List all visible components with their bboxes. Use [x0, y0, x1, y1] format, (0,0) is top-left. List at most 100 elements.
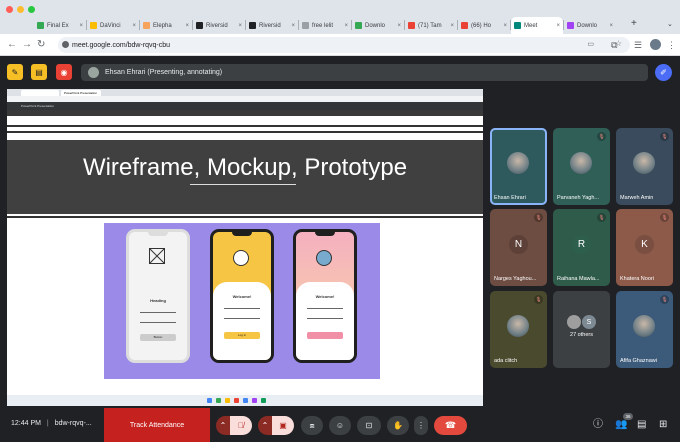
url-text: meet.google.com/bdw-rqvq-cbu [72, 41, 171, 49]
leave-call-button[interactable]: ☎ [434, 416, 467, 435]
tab-favicon-icon [355, 22, 362, 29]
taskbar-app-icon [216, 398, 221, 403]
browser-tab[interactable]: Elepha × [140, 17, 192, 34]
participant-avatar: K [635, 235, 654, 254]
shared-screen: PowerPoint Presentation PowerPoint Prese… [7, 89, 483, 406]
prototype-button [307, 332, 343, 339]
raise-hand-button[interactable]: ✋ [387, 416, 409, 435]
maximize-window-dot[interactable] [28, 6, 35, 13]
close-tab-icon[interactable]: × [185, 23, 189, 29]
participant-name: Afifa Ghaznawi [620, 358, 657, 364]
chat-icon[interactable]: ▤ [637, 420, 646, 430]
mockup-phone: Welcome! Log in [210, 229, 274, 363]
participant-avatar [633, 315, 655, 337]
prototype-phone: Welcome! [293, 229, 357, 363]
activities-icon[interactable]: ⊞ [659, 420, 667, 430]
menu-icon[interactable]: ⋮ [667, 40, 676, 50]
close-tab-icon[interactable]: × [397, 23, 401, 29]
tab-label: Riversid [259, 22, 281, 29]
participant-tile[interactable]: S 27 others [553, 291, 610, 368]
stop-annotating-button[interactable]: ✎ [7, 64, 23, 80]
meeting-info-icon[interactable]: ⓘ [593, 420, 603, 430]
close-tab-icon[interactable]: × [291, 23, 295, 29]
participant-tile[interactable]: Ehsan Ehrari [490, 128, 547, 205]
close-window-dot[interactable] [6, 6, 13, 13]
phone-notch [148, 232, 168, 236]
present-button[interactable]: ⊡ [357, 416, 381, 435]
browser-tab[interactable]: Meet × [511, 17, 563, 34]
address-bar[interactable]: meet.google.com/bdw-rqvq-cbu ▭ ☆ [58, 37, 630, 53]
shared-app-header: PowerPoint Presentation [7, 102, 483, 110]
tab-separator [139, 20, 140, 30]
participant-name: Ehsan Ehrari [494, 195, 526, 201]
forward-icon[interactable]: → [22, 39, 32, 51]
camera-off-button[interactable]: ▣ [272, 416, 294, 435]
captions-button[interactable]: ⧈ [301, 416, 323, 435]
close-tab-icon[interactable]: × [450, 23, 454, 29]
track-attendance-button[interactable]: Track Attendance [104, 408, 210, 442]
install-icon[interactable]: ▭ [587, 40, 594, 48]
mockup-field [224, 316, 260, 319]
close-tab-icon[interactable]: × [503, 23, 507, 29]
participant-name: Khatera Noori [620, 276, 654, 282]
close-tab-icon[interactable]: × [344, 23, 348, 29]
participant-name: ada clitch [494, 358, 518, 364]
mockup-heading: Welcome! [232, 294, 252, 299]
participant-tile[interactable]: 🎙 Marweh Amin [616, 128, 673, 205]
current-time: 12:44 PM [11, 420, 41, 427]
participant-tile[interactable]: R 🎙 Raihana Mawla... [553, 209, 610, 286]
tab-favicon-icon [567, 22, 574, 29]
browser-tab[interactable]: Riversid × [193, 17, 245, 34]
participant-tile[interactable]: 🎙 ada clitch [490, 291, 547, 368]
tab-label: Meet [524, 22, 538, 29]
annotation-tools-button[interactable]: ▤ [31, 64, 47, 80]
camera-options-button[interactable]: ⌃ [258, 416, 272, 435]
reactions-button[interactable]: ☺ [329, 416, 351, 435]
close-tab-icon[interactable]: × [132, 23, 136, 29]
browser-tab[interactable]: (71) Tam × [405, 17, 457, 34]
browser-tab[interactable]: (66) Ho × [458, 17, 510, 34]
tab-separator [351, 20, 352, 30]
more-options-button[interactable]: ⋮ [414, 416, 428, 435]
tab-search-icon[interactable]: ⌄ [667, 20, 673, 28]
tab-favicon-icon [37, 22, 44, 29]
tab-label: free lelit [312, 22, 334, 29]
close-tab-icon[interactable]: × [609, 23, 613, 29]
mic-off-button[interactable]: 🎙̸ [230, 416, 252, 435]
close-tab-icon[interactable]: × [79, 23, 83, 29]
reading-list-icon[interactable]: ☰ [634, 40, 642, 50]
extensions-icon[interactable]: ⧉ [611, 40, 617, 50]
tab-label: Downlo [365, 22, 386, 29]
reload-icon[interactable]: ↻ [37, 39, 45, 51]
meeting-code: bdw-rqvq-... [54, 420, 92, 427]
participant-name: Narges Yaghou... [494, 276, 537, 282]
time-separator: | [46, 420, 49, 427]
minimize-window-dot[interactable] [17, 6, 24, 13]
slide-title-underline [190, 184, 296, 185]
new-tab-icon[interactable]: + [631, 19, 637, 29]
browser-tab[interactable]: Downlo × [564, 17, 616, 34]
browser-tab[interactable]: free lelit × [299, 17, 351, 34]
prototype-field [307, 316, 343, 319]
phone-notch [232, 232, 252, 236]
participant-avatar: R [572, 235, 591, 254]
participant-tile[interactable]: N 🎙 Narges Yaghou... [490, 209, 547, 286]
browser-tab[interactable]: DaVinci × [87, 17, 139, 34]
profile-avatar[interactable] [650, 39, 661, 50]
participant-tile[interactable]: 🎙 Afifa Ghaznawi [616, 291, 673, 368]
participant-tile[interactable]: K 🎙 Khatera Noori [616, 209, 673, 286]
browser-tab[interactable]: Final Ex × [34, 17, 86, 34]
close-tab-icon[interactable]: × [238, 23, 242, 29]
pen-icon[interactable]: ✐ [655, 64, 672, 81]
participant-tile[interactable]: 🎙 Parvaneh Yagh... [553, 128, 610, 205]
site-info-icon[interactable] [62, 41, 69, 48]
browser-tab[interactable]: Riversid × [246, 17, 298, 34]
mic-options-button[interactable]: ⌃ [216, 416, 230, 435]
browser-tab-bar: Final Ex × DaVinci × Elepha × Riversid × Riversi… [0, 0, 680, 34]
record-button[interactable]: ◉ [56, 64, 72, 80]
back-icon[interactable]: ← [7, 39, 17, 51]
browser-tab[interactable]: Downlo × [352, 17, 404, 34]
close-tab-icon[interactable]: × [556, 23, 560, 29]
people-icon[interactable]: 👥 [615, 420, 627, 430]
tab-favicon-icon [196, 22, 203, 29]
